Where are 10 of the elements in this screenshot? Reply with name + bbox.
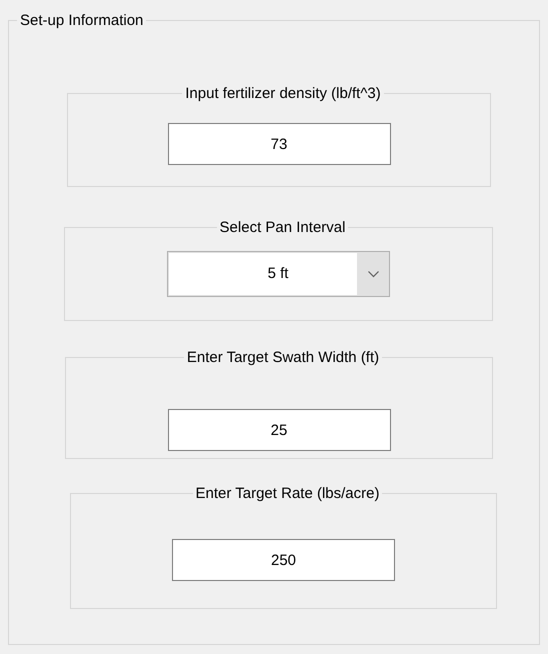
group-title: Set-up Information bbox=[17, 13, 146, 28]
panel-title: Enter Target Rate (lbs/acre) bbox=[192, 486, 382, 501]
panel-title: Enter Target Swath Width (ft) bbox=[184, 350, 382, 365]
input-field[interactable]: 250 bbox=[172, 539, 395, 581]
dropdown[interactable]: 5 ft bbox=[167, 251, 390, 297]
input-field[interactable]: 25 bbox=[168, 409, 390, 451]
panel-title: Select Pan Interval bbox=[216, 220, 348, 235]
input-field[interactable]: 73 bbox=[168, 123, 390, 165]
chevron-down-icon bbox=[368, 270, 378, 278]
panel-title: Input fertilizer density (lb/ft^3) bbox=[182, 86, 384, 101]
